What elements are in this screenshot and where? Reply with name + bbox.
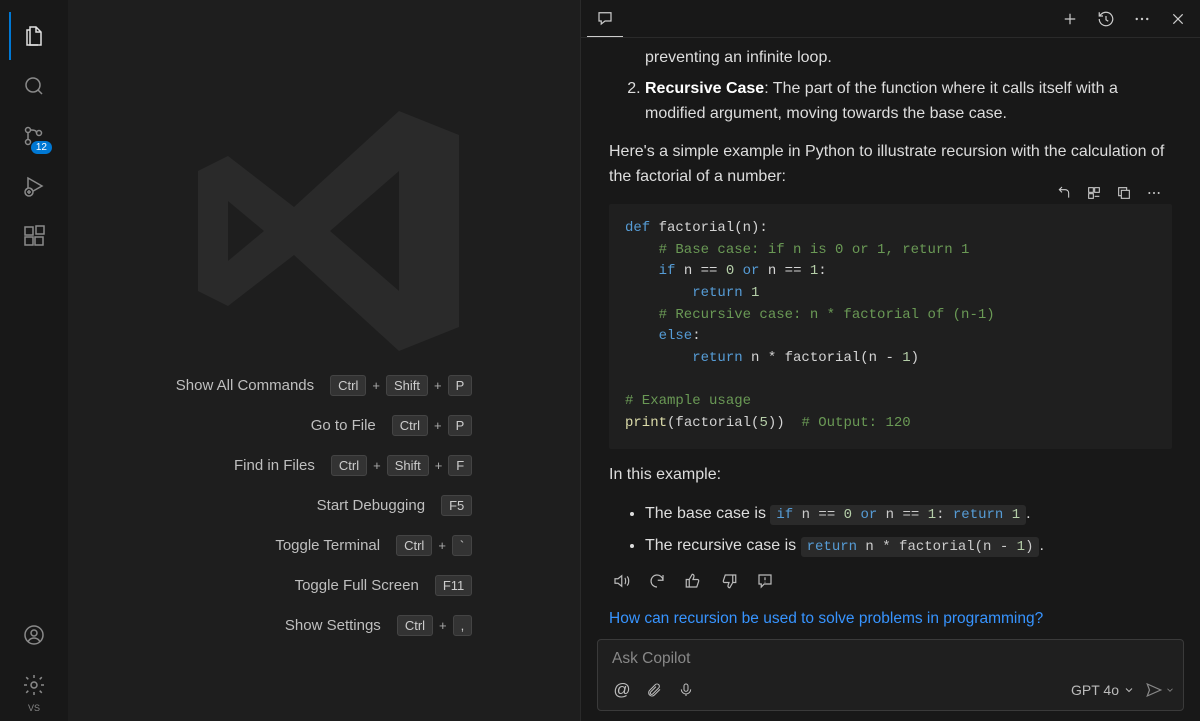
code-content[interactable]: def factorial(n): # Base case: if n is 0… xyxy=(609,204,1172,449)
mic-icon[interactable] xyxy=(672,676,700,704)
chat-text: The base case is xyxy=(645,505,770,522)
model-name: GPT 4o xyxy=(1071,682,1119,698)
apply-code-icon[interactable] xyxy=(1080,180,1108,206)
thumbs-up-icon[interactable] xyxy=(681,569,705,593)
retry-icon[interactable] xyxy=(645,569,669,593)
more-icon[interactable] xyxy=(1126,3,1158,35)
model-picker[interactable]: GPT 4o xyxy=(1071,682,1135,698)
chat-heading: Recursive Case xyxy=(645,80,764,97)
run-debug-icon[interactable] xyxy=(10,162,58,210)
editor-area: Show All Commands Ctrl+Shift+P Go to Fil… xyxy=(68,0,580,721)
welcome-item[interactable]: Toggle Full Screen F11 xyxy=(176,575,473,596)
welcome-item-label: Find in Files xyxy=(234,457,315,474)
followup-suggestion[interactable]: How can recursion be used to solve probl… xyxy=(609,607,1172,631)
extensions-icon[interactable] xyxy=(10,212,58,260)
settings-gear-icon[interactable] xyxy=(10,661,58,709)
attach-icon[interactable] xyxy=(640,676,668,704)
welcome-item-label: Go to File xyxy=(311,417,376,434)
report-icon[interactable] xyxy=(753,569,777,593)
welcome-item[interactable]: Find in Files Ctrl+Shift+F xyxy=(176,455,473,476)
insert-code-icon[interactable] xyxy=(1050,180,1078,206)
source-control-icon[interactable]: 12 xyxy=(10,112,58,160)
mention-icon[interactable]: @ xyxy=(608,676,636,704)
welcome-item[interactable]: Start Debugging F5 xyxy=(176,495,473,516)
inline-code: return n * factorial(n - 1) xyxy=(801,537,1040,557)
chat-tab-icon[interactable] xyxy=(587,1,623,37)
welcome-item[interactable]: Go to File Ctrl+P xyxy=(176,415,473,436)
explorer-icon[interactable] xyxy=(9,12,57,60)
thumbs-down-icon[interactable] xyxy=(717,569,741,593)
new-chat-icon[interactable] xyxy=(1054,3,1086,35)
history-icon[interactable] xyxy=(1090,3,1122,35)
chat-text: The recursive case is xyxy=(645,537,801,554)
code-more-icon[interactable] xyxy=(1140,180,1168,206)
welcome-item-label: Start Debugging xyxy=(317,497,425,514)
welcome-shortcut-list: Show All Commands Ctrl+Shift+P Go to Fil… xyxy=(176,375,473,636)
send-button[interactable] xyxy=(1145,681,1175,699)
welcome-item-label: Toggle Full Screen xyxy=(295,577,419,594)
welcome-item[interactable]: Toggle Terminal Ctrl+` xyxy=(176,535,473,556)
vscode-watermark xyxy=(174,81,474,381)
close-icon[interactable] xyxy=(1162,3,1194,35)
scm-badge: 12 xyxy=(31,141,52,154)
search-icon[interactable] xyxy=(10,62,58,110)
chat-tab-bar xyxy=(581,0,1200,38)
chat-message-body: preventing an infinite loop. Recursive C… xyxy=(581,38,1200,639)
inline-code: if n == 0 or n == 1: return 1 xyxy=(770,505,1026,525)
chevron-down-icon xyxy=(1165,685,1175,695)
copilot-chat-panel: preventing an infinite loop. Recursive C… xyxy=(580,0,1200,721)
welcome-item-label: Toggle Terminal xyxy=(275,537,380,554)
code-block: def factorial(n): # Base case: if n is 0… xyxy=(609,204,1172,449)
welcome-item[interactable]: Show Settings Ctrl+, xyxy=(176,615,473,636)
message-action-bar xyxy=(609,569,1172,593)
chat-input[interactable]: Ask Copilot @ GPT 4o xyxy=(597,639,1184,711)
account-icon[interactable] xyxy=(10,611,58,659)
read-aloud-icon[interactable] xyxy=(609,569,633,593)
welcome-item-label: Show Settings xyxy=(285,617,381,634)
copy-code-icon[interactable] xyxy=(1110,180,1138,206)
chevron-down-icon xyxy=(1123,684,1135,696)
chat-text: In this example: xyxy=(609,463,1172,488)
chat-text: preventing an infinite loop. xyxy=(645,49,832,66)
chat-input-placeholder[interactable]: Ask Copilot xyxy=(598,640,1183,672)
activity-bar: 12 VS xyxy=(0,0,68,721)
